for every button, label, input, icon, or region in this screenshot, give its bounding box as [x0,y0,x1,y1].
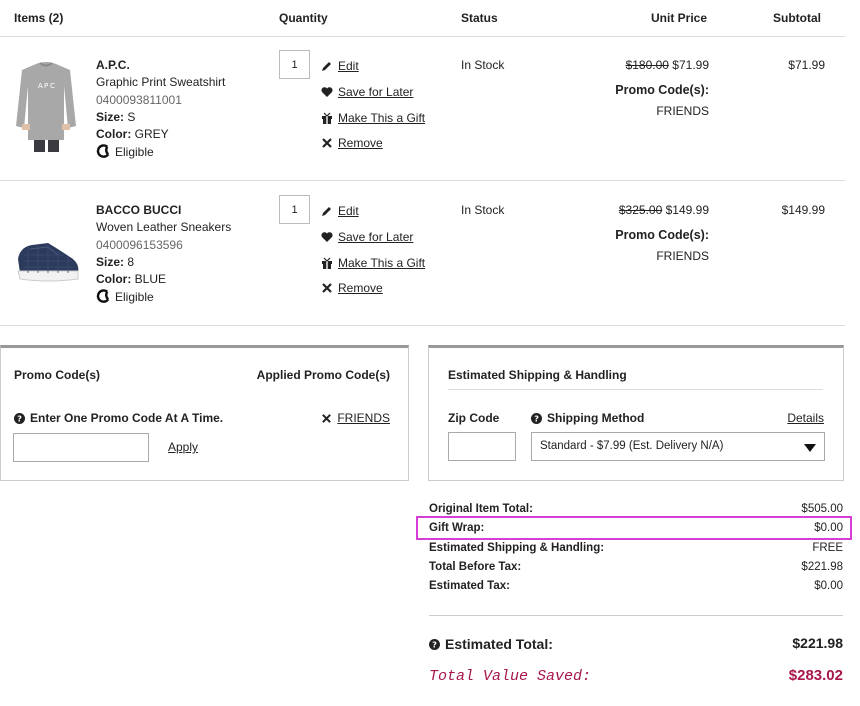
product-image-sneakers[interactable] [14,235,82,290]
header-subtotal: Subtotal [773,11,821,25]
heart-icon [321,87,333,97]
close-icon [322,138,332,148]
promo-panel-title: Promo Code(s) [14,368,101,382]
close-icon [322,283,332,293]
item-size: Size: S [96,110,136,124]
shipping-panel: Estimated Shipping & Handling Zip Code ?… [428,345,844,481]
item-price: $180.00 $71.99 [626,58,709,72]
zip-code-input[interactable] [448,432,516,461]
original-total-label: Original Item Total: [429,503,533,515]
total-before-tax-value: $221.98 [801,561,843,573]
sale-price: $149.99 [665,203,709,217]
chevron-down-icon [804,444,816,452]
item-subtotal: $71.99 [788,58,825,72]
gift-wrap-label: Gift Wrap: [429,522,485,534]
remove-link[interactable]: Remove [321,136,383,150]
svg-text:C: C [50,82,55,90]
item-price: $325.00 $149.99 [619,203,709,217]
header-unit-price: Unit Price [651,11,708,25]
svg-text:?: ? [17,413,22,423]
promo-code-panel: Promo Code(s) Applied Promo Code(s) ? En… [0,345,409,481]
promo-code: FRIENDS [656,104,709,118]
remove-link[interactable]: Remove [321,281,383,295]
quantity-input[interactable]: 1 [279,50,310,79]
item-color: Color: GREY [96,127,169,141]
original-price: $180.00 [625,58,669,72]
header-quantity: Quantity [279,11,328,25]
item-subtotal: $149.99 [781,203,825,217]
gift-icon [322,257,332,269]
original-price: $325.00 [618,203,663,217]
applied-promo-title: Applied Promo Code(s) [256,368,390,382]
edit-link[interactable]: Edit [321,59,359,73]
save-for-later-link[interactable]: Save for Later [321,85,413,99]
shipping-method-label: ? Shipping Method [531,411,644,425]
estimated-total-value: $221.98 [792,635,843,651]
item-size: Size: 8 [96,255,135,269]
total-before-tax-label: Total Before Tax: [429,561,522,573]
promo-label: Promo Code(s): [615,228,709,242]
item-name[interactable]: Woven Leather Sneakers [96,220,231,234]
item-color: Color: BLUE [96,272,167,286]
estimated-tax-label: Estimated Tax: [429,580,510,592]
item-sku: 0400093811001 [96,93,182,107]
help-icon[interactable]: ? [429,638,440,650]
header-status: Status [461,11,498,25]
quantity-input[interactable]: 1 [279,195,310,224]
eligible-badge: Eligible [96,144,154,159]
promo-label: Promo Code(s): [615,83,709,97]
promo-code: FRIENDS [656,249,709,263]
close-icon [322,413,332,423]
shipping-method-value: Standard - $7.99 (Est. Delivery N/A) [540,440,724,452]
divider [0,36,845,37]
promo-hint: ? Enter One Promo Code At A Time. [14,411,223,425]
eligible-icon [96,289,110,303]
svg-text:?: ? [432,639,437,649]
divider [0,325,845,326]
shipping-value: FREE [812,542,843,554]
promo-code-input[interactable] [13,433,149,462]
gift-wrap-value: $0.00 [814,522,843,534]
make-gift-link[interactable]: Make This a Gift [321,111,425,125]
shipping-method-select[interactable]: Standard - $7.99 (Est. Delivery N/A) [531,432,825,461]
save-for-later-link[interactable]: Save for Later [321,230,413,244]
applied-promo-code[interactable]: FRIENDS [321,411,390,425]
total-saved-value: $283.02 [788,667,843,684]
total-saved-label: Total Value Saved: [429,668,592,685]
gift-icon [322,112,332,124]
svg-text:A: A [38,82,43,90]
header-items: Items (2) [14,11,64,25]
pencil-icon [322,62,331,71]
divider [0,180,845,181]
eligible-icon [96,144,110,158]
zip-code-label: Zip Code [448,411,500,425]
shipping-details-link[interactable]: Details [787,411,824,425]
item-brand[interactable]: BACCO BUCCI [96,203,181,217]
help-icon[interactable]: ? [531,412,542,424]
edit-link[interactable]: Edit [321,204,359,218]
svg-text:P: P [44,82,48,90]
pencil-icon [322,207,331,216]
divider [429,615,843,616]
original-total-value: $505.00 [801,503,843,515]
svg-text:?: ? [534,413,539,423]
estimated-total-label: ? Estimated Total: [429,636,553,652]
item-brand[interactable]: A.P.C. [96,58,130,72]
product-image-sweatshirt[interactable]: A P C [12,56,80,154]
apply-promo-button[interactable]: Apply [168,440,198,454]
item-status: In Stock [461,58,505,72]
item-status: In Stock [461,203,505,217]
sale-price: $71.99 [672,58,709,72]
heart-icon [321,232,333,242]
shipping-panel-title: Estimated Shipping & Handling [448,368,627,382]
make-gift-link[interactable]: Make This a Gift [321,256,425,270]
help-icon[interactable]: ? [14,412,25,424]
shipping-label: Estimated Shipping & Handling: [429,542,605,554]
eligible-badge: Eligible [96,289,154,304]
estimated-tax-value: $0.00 [814,580,843,592]
item-sku: 0400096153596 [96,238,183,252]
item-name[interactable]: Graphic Print Sweatshirt [96,75,225,89]
divider [448,389,823,390]
